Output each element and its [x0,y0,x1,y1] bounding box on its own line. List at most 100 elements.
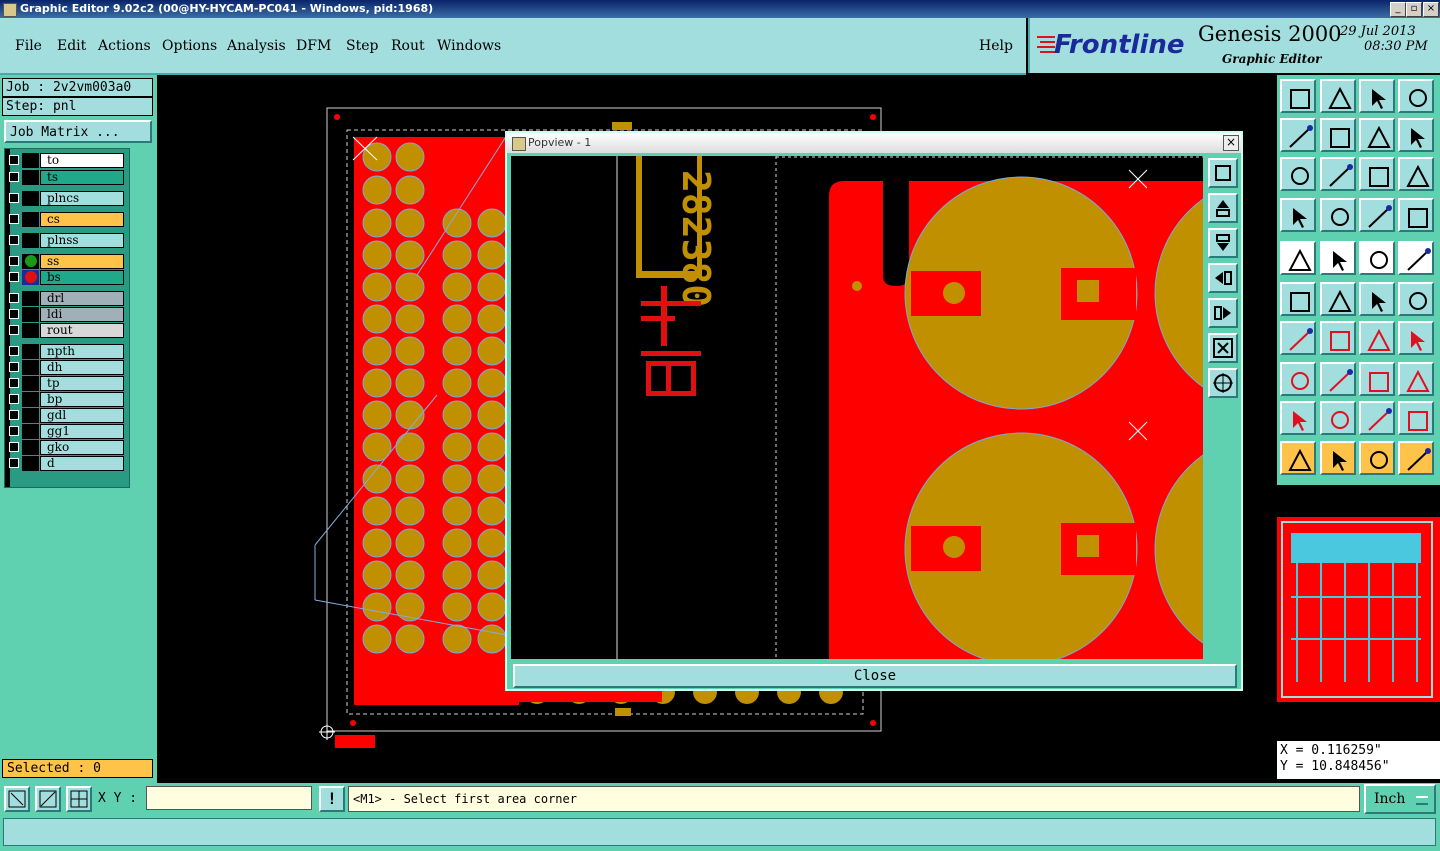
triangle-a-button[interactable] [1280,401,1316,435]
layer-color-cell[interactable] [22,323,39,338]
layer-color-cell[interactable] [22,270,39,285]
layer-color-cell[interactable] [22,153,39,168]
layer-checkbox[interactable] [9,256,19,266]
measure-button[interactable] [35,786,61,812]
popview-zoom-out-button[interactable] [1208,333,1238,363]
pad-button[interactable] [1280,241,1316,275]
line-split-button[interactable] [1320,362,1356,396]
maximize-button[interactable]: ▫ [1406,2,1422,17]
layer-checkbox[interactable] [9,293,19,303]
pan-right-button[interactable] [1320,118,1356,152]
grid-button[interactable] [66,786,92,812]
layer-checkbox[interactable] [9,309,19,319]
layer-checkbox[interactable] [9,272,19,282]
popview-zoom-in-button[interactable] [1208,368,1238,398]
layer-row-to[interactable]: to [6,153,124,168]
layer-checkbox[interactable] [9,172,19,182]
layer-row-rout[interactable]: rout [6,323,124,338]
layer-checkbox[interactable] [9,458,19,468]
node-graph-button[interactable] [1280,282,1316,316]
layer-row-npth[interactable]: npth [6,344,124,359]
select-pointer-button[interactable] [1280,441,1316,475]
flip-10-button[interactable] [1359,118,1395,152]
minimize-button[interactable]: _ [1390,2,1406,17]
layer-row-gdl[interactable]: gdl [6,408,124,423]
zoom-center-button[interactable] [1320,157,1356,191]
help-button[interactable] [1398,157,1434,191]
feature-button[interactable] [1398,362,1434,396]
home-button[interactable] [1359,79,1395,113]
close-window-button[interactable]: × [1423,2,1439,17]
layer-color-cell[interactable] [22,170,39,185]
layer-color-cell[interactable] [22,392,39,407]
select-region-button[interactable] [1359,441,1395,475]
layer-checkbox[interactable] [9,193,19,203]
popview-pan-right-button[interactable] [1208,298,1238,328]
layer-row-gko[interactable]: gko [6,440,124,455]
popview-close-icon[interactable]: × [1223,135,1239,151]
select-path-button[interactable] [1398,441,1434,475]
xy-input[interactable] [146,786,312,810]
layer-color-cell[interactable] [22,191,39,206]
popview-pan-left-button[interactable] [1208,263,1238,293]
layer-color-cell[interactable] [22,254,39,269]
layer-checkbox[interactable] [9,394,19,404]
layer-checkbox[interactable] [9,426,19,436]
target-button[interactable] [1398,241,1434,275]
menu-help[interactable]: Help [979,38,1013,54]
ruler-button[interactable] [1359,241,1395,275]
menu-step[interactable]: Step [346,38,378,54]
layer-color-cell[interactable] [22,344,39,359]
layer-checkbox[interactable] [9,410,19,420]
flip-s-button[interactable] [1398,118,1434,152]
angle-button[interactable] [1280,321,1316,355]
layer-row-ldi[interactable]: ldi [6,307,124,322]
layer-row-d[interactable]: d [6,456,124,471]
layer-checkbox[interactable] [9,155,19,165]
layer-color-cell[interactable] [22,233,39,248]
pan-left-button[interactable] [1280,118,1316,152]
layer-color-cell[interactable] [22,424,39,439]
select-box-button[interactable] [1320,441,1356,475]
scale-1-2-button[interactable] [1359,157,1395,191]
layer-row-ts[interactable]: ts [6,170,124,185]
layer-row-cs[interactable]: cs [6,212,124,227]
menu-windows[interactable]: Windows [437,38,501,54]
layer-color-cell[interactable] [22,376,39,391]
join-button[interactable] [1398,321,1434,355]
snapshot-button[interactable] [1280,79,1316,113]
arrow-node-button[interactable] [1359,282,1395,316]
layer-checkbox[interactable] [9,362,19,372]
zoom-area-button[interactable] [4,786,30,812]
layer-checkbox[interactable] [9,378,19,388]
popview-zoom-view[interactable]: 282380 [511,156,1203,659]
layer-drill-2-button[interactable] [1398,198,1434,232]
layer-drill-button[interactable] [1359,198,1395,232]
popview-pan-down-button[interactable] [1208,228,1238,258]
menu-dfm[interactable]: DFM [296,38,331,54]
layer-row-drl[interactable]: drl [6,291,124,306]
layer-checkbox[interactable] [9,346,19,356]
layer-checkbox[interactable] [9,214,19,224]
triangle-c-button[interactable] [1359,401,1395,435]
layer-row-gg1[interactable]: gg1 [6,424,124,439]
diagonal-button[interactable] [1320,321,1356,355]
layer-color-cell[interactable] [22,307,39,322]
job-matrix-button[interactable]: Job Matrix ... [4,120,152,143]
move-down-button[interactable] [1320,79,1356,113]
layer-color-cell[interactable] [22,440,39,455]
layer-color-cell[interactable] [22,456,39,471]
layer-color-cell[interactable] [22,360,39,375]
arrow-node-2-button[interactable] [1398,282,1434,316]
layer-row-plnss[interactable]: plnss [6,233,124,248]
menu-file[interactable]: File [15,38,42,54]
popview-fit-button[interactable] [1208,158,1238,188]
rotate-button[interactable] [1359,321,1395,355]
layer-color-cell[interactable] [22,291,39,306]
layer-row-bp[interactable]: bp [6,392,124,407]
popview-close-button[interactable]: Close [513,664,1237,688]
layer-checkbox[interactable] [9,235,19,245]
overview-map[interactable] [1277,517,1440,702]
line-draw-button[interactable] [1320,241,1356,275]
popview-canvas[interactable]: 282380 [511,156,1203,659]
